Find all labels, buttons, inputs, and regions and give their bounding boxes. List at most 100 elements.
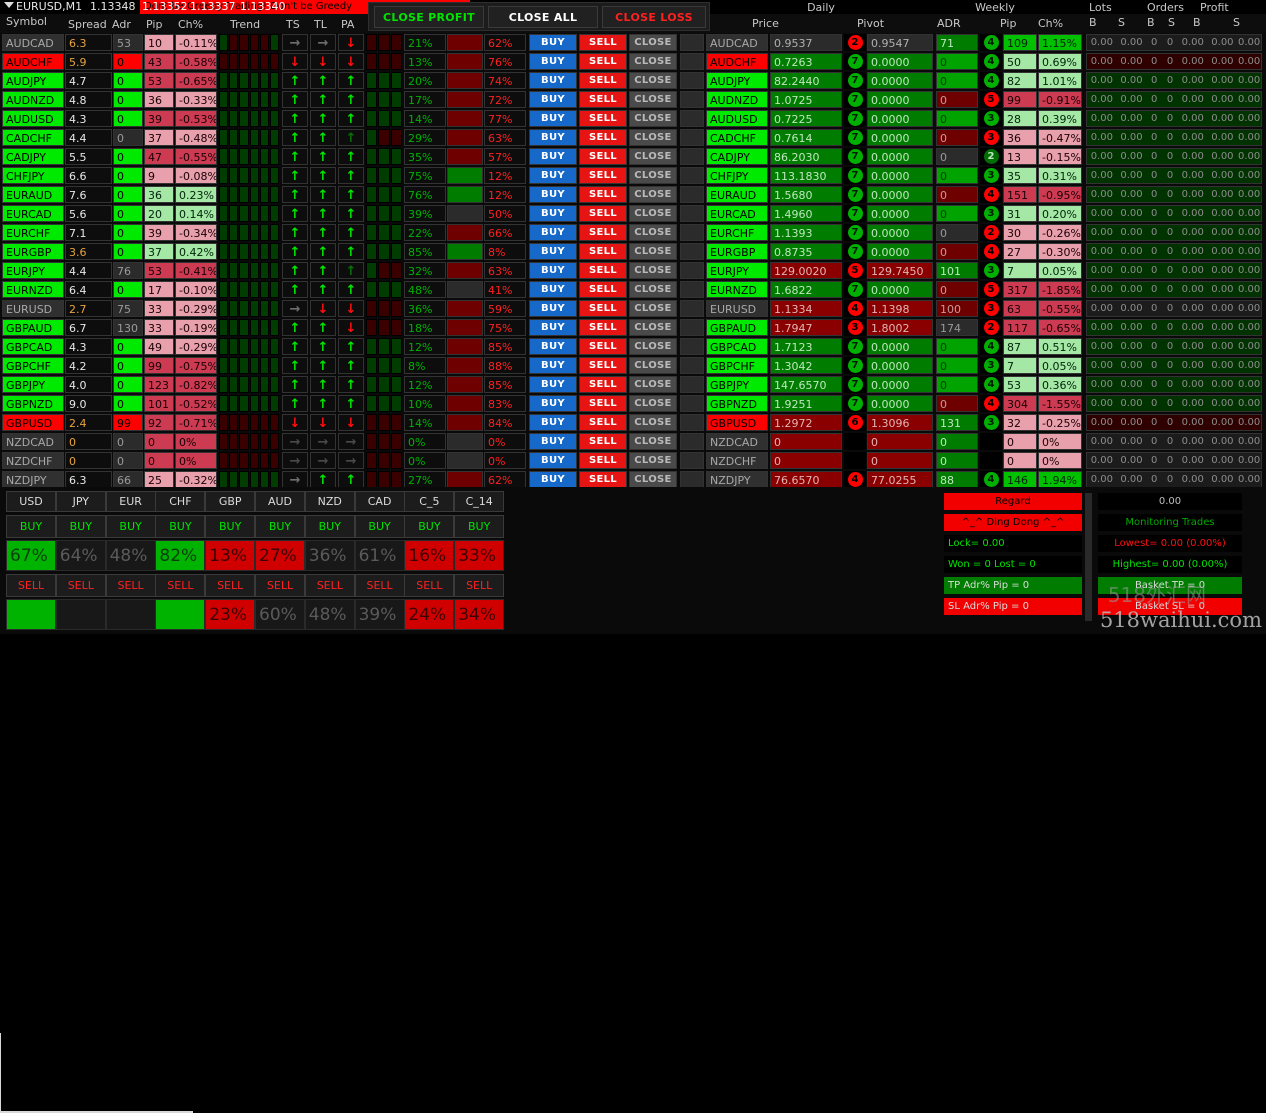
row-buy-button[interactable]: BUY: [529, 34, 577, 51]
currency-buy-button[interactable]: BUY: [354, 515, 405, 538]
row-symbol-secondary[interactable]: CADJPY: [706, 148, 768, 165]
row-sell-button[interactable]: SELL: [579, 167, 627, 184]
currency-buy-button[interactable]: BUY: [205, 515, 256, 538]
row-buy-button[interactable]: BUY: [529, 452, 577, 469]
row-close-button[interactable]: CLOSE: [629, 243, 677, 260]
row-symbol[interactable]: GBPCAD: [2, 338, 64, 355]
row-symbol[interactable]: NZDCHF: [2, 452, 64, 469]
row-symbol-secondary[interactable]: NZDCAD: [706, 433, 768, 450]
row-sell-button[interactable]: SELL: [579, 148, 627, 165]
row-buy-button[interactable]: BUY: [529, 243, 577, 260]
row-sell-button[interactable]: SELL: [579, 91, 627, 108]
row-symbol-secondary[interactable]: GBPAUD: [706, 319, 768, 336]
row-symbol[interactable]: EURJPY: [2, 262, 64, 279]
row-symbol[interactable]: NZDCAD: [2, 433, 64, 450]
currency-sell-button[interactable]: SELL: [255, 574, 305, 597]
row-sell-button[interactable]: SELL: [579, 34, 627, 51]
row-close-button[interactable]: CLOSE: [629, 338, 677, 355]
row-symbol[interactable]: GBPNZD: [2, 395, 64, 412]
row-close-button[interactable]: CLOSE: [629, 357, 677, 374]
currency-sell-button[interactable]: SELL: [6, 574, 56, 597]
currency-code-chf[interactable]: CHF: [155, 491, 206, 512]
row-symbol-secondary[interactable]: AUDNZD: [706, 91, 768, 108]
row-symbol[interactable]: AUDNZD: [2, 91, 64, 108]
row-close-button[interactable]: CLOSE: [629, 376, 677, 393]
row-close-button[interactable]: CLOSE: [629, 186, 677, 203]
row-symbol[interactable]: EURGBP: [2, 243, 64, 260]
currency-code-cad[interactable]: CAD: [354, 491, 405, 512]
currency-code-gbp[interactable]: GBP: [205, 491, 256, 512]
row-buy-button[interactable]: BUY: [529, 376, 577, 393]
row-close-button[interactable]: CLOSE: [629, 72, 677, 89]
row-buy-button[interactable]: BUY: [529, 72, 577, 89]
row-sell-button[interactable]: SELL: [579, 319, 627, 336]
row-symbol-secondary[interactable]: AUDCAD: [706, 34, 768, 51]
row-sell-button[interactable]: SELL: [579, 376, 627, 393]
row-buy-button[interactable]: BUY: [529, 433, 577, 450]
row-buy-button[interactable]: BUY: [529, 129, 577, 146]
row-sell-button[interactable]: SELL: [579, 262, 627, 279]
row-symbol[interactable]: CADJPY: [2, 148, 64, 165]
row-symbol-secondary[interactable]: GBPCHF: [706, 357, 768, 374]
close-profit-button[interactable]: CLOSE PROFIT: [374, 6, 484, 28]
row-symbol[interactable]: AUDUSD: [2, 110, 64, 127]
row-symbol[interactable]: EURAUD: [2, 186, 64, 203]
row-close-button[interactable]: CLOSE: [629, 452, 677, 469]
row-symbol-secondary[interactable]: CHFJPY: [706, 167, 768, 184]
currency-code-aud[interactable]: AUD: [255, 491, 305, 512]
row-sell-button[interactable]: SELL: [579, 205, 627, 222]
row-symbol-secondary[interactable]: NZDJPY: [706, 471, 768, 488]
row-close-button[interactable]: CLOSE: [629, 224, 677, 241]
row-symbol[interactable]: EURCAD: [2, 205, 64, 222]
row-close-button[interactable]: CLOSE: [629, 167, 677, 184]
row-buy-button[interactable]: BUY: [529, 167, 577, 184]
row-buy-button[interactable]: BUY: [529, 357, 577, 374]
row-sell-button[interactable]: SELL: [579, 300, 627, 317]
row-sell-button[interactable]: SELL: [579, 224, 627, 241]
row-buy-button[interactable]: BUY: [529, 53, 577, 70]
currency-sell-button[interactable]: SELL: [454, 574, 505, 597]
currency-buy-button[interactable]: BUY: [105, 515, 156, 538]
row-symbol[interactable]: CHFJPY: [2, 167, 64, 184]
currency-sell-button[interactable]: SELL: [404, 574, 455, 597]
row-close-button[interactable]: CLOSE: [629, 281, 677, 298]
currency-buy-button[interactable]: BUY: [454, 515, 505, 538]
caret-down-icon[interactable]: [4, 2, 14, 8]
row-symbol-secondary[interactable]: EURAUD: [706, 186, 768, 203]
row-symbol[interactable]: GBPJPY: [2, 376, 64, 393]
row-symbol[interactable]: AUDCHF: [2, 53, 64, 70]
row-close-button[interactable]: CLOSE: [629, 129, 677, 146]
row-symbol[interactable]: GBPUSD: [2, 414, 64, 431]
row-symbol-secondary[interactable]: CADCHF: [706, 129, 768, 146]
row-close-button[interactable]: CLOSE: [629, 433, 677, 450]
row-buy-button[interactable]: BUY: [529, 471, 577, 488]
row-buy-button[interactable]: BUY: [529, 205, 577, 222]
row-buy-button[interactable]: BUY: [529, 224, 577, 241]
currency-buy-button[interactable]: BUY: [255, 515, 305, 538]
row-symbol-secondary[interactable]: GBPNZD: [706, 395, 768, 412]
row-close-button[interactable]: CLOSE: [629, 34, 677, 51]
row-buy-button[interactable]: BUY: [529, 319, 577, 336]
row-sell-button[interactable]: SELL: [579, 186, 627, 203]
row-sell-button[interactable]: SELL: [579, 338, 627, 355]
row-symbol-secondary[interactable]: AUDCHF: [706, 53, 768, 70]
row-close-button[interactable]: CLOSE: [629, 395, 677, 412]
row-close-button[interactable]: CLOSE: [629, 205, 677, 222]
currency-buy-button[interactable]: BUY: [304, 515, 355, 538]
row-close-button[interactable]: CLOSE: [629, 471, 677, 488]
row-sell-button[interactable]: SELL: [579, 471, 627, 488]
row-sell-button[interactable]: SELL: [579, 433, 627, 450]
row-symbol[interactable]: GBPAUD: [2, 319, 64, 336]
currency-code-c_5[interactable]: C_5: [404, 491, 455, 512]
row-symbol-secondary[interactable]: AUDUSD: [706, 110, 768, 127]
currency-buy-button[interactable]: BUY: [155, 515, 206, 538]
currency-code-c_14[interactable]: C_14: [454, 491, 505, 512]
row-close-button[interactable]: CLOSE: [629, 414, 677, 431]
row-buy-button[interactable]: BUY: [529, 300, 577, 317]
row-symbol-secondary[interactable]: EURGBP: [706, 243, 768, 260]
row-sell-button[interactable]: SELL: [579, 281, 627, 298]
row-buy-button[interactable]: BUY: [529, 148, 577, 165]
currency-code-jpy[interactable]: JPY: [55, 491, 106, 512]
currency-buy-button[interactable]: BUY: [6, 515, 56, 538]
row-symbol-secondary[interactable]: NZDCHF: [706, 452, 768, 469]
